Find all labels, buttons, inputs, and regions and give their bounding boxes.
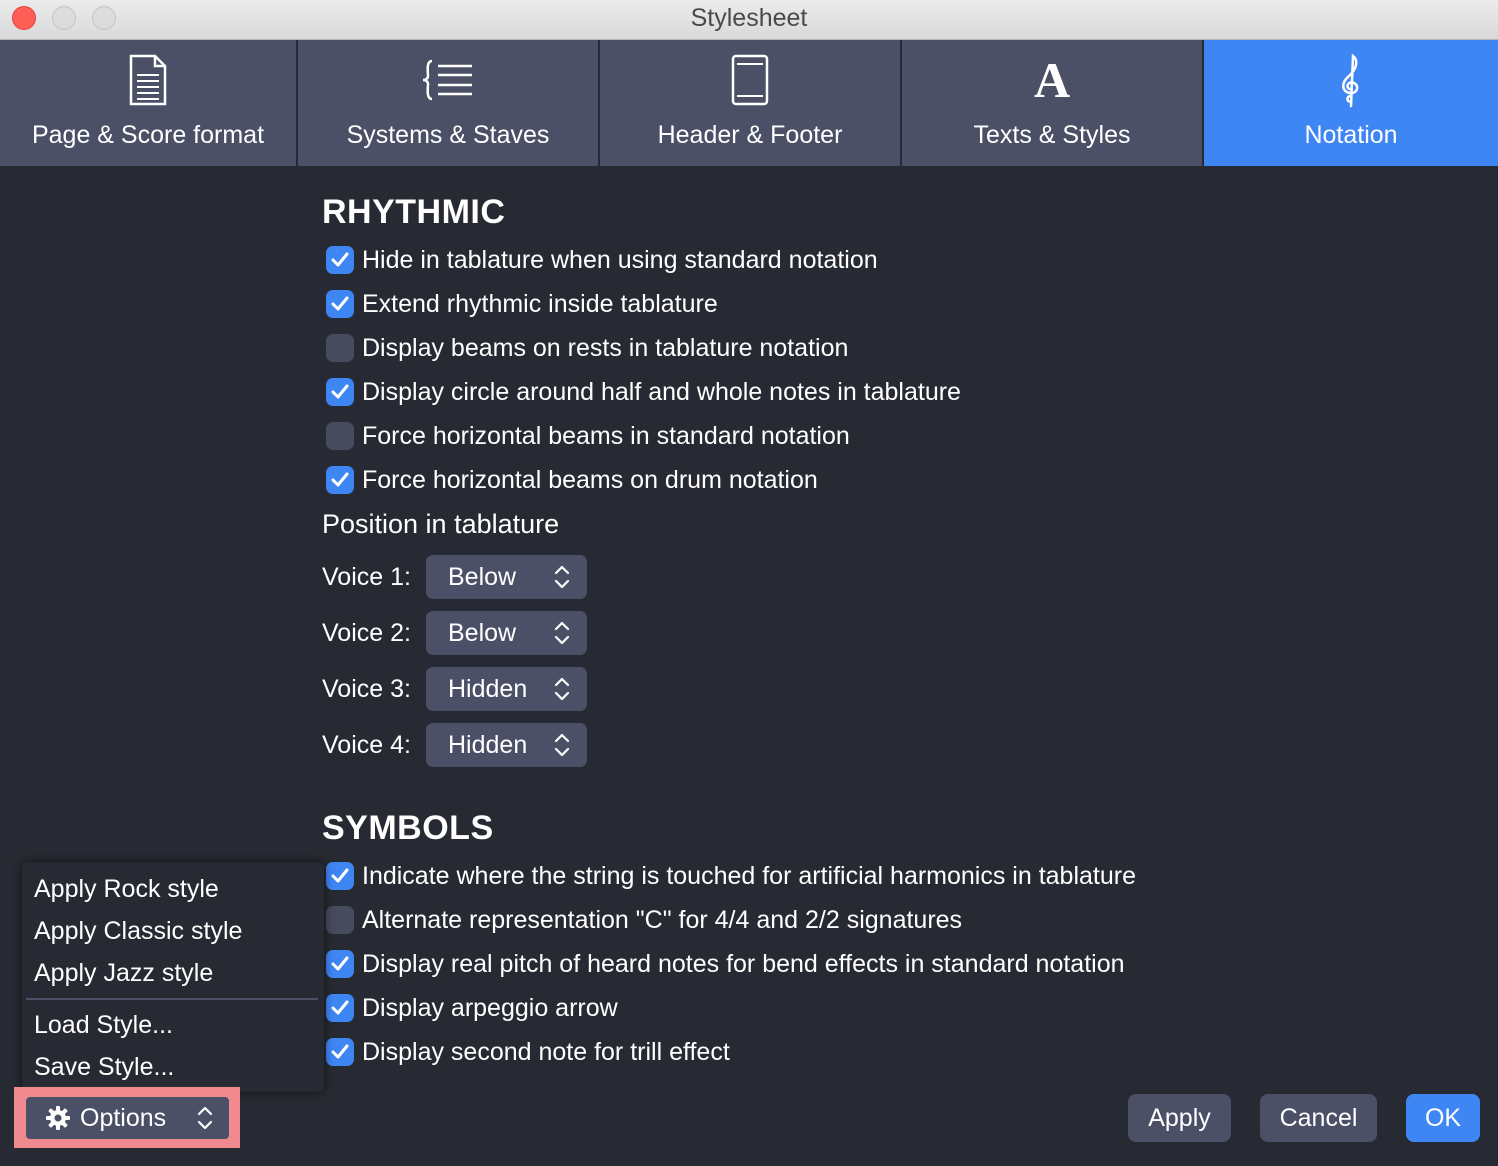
window-title: Stylesheet xyxy=(690,4,808,32)
position-in-tablature-heading: Position in tablature xyxy=(322,509,560,539)
checkbox-horizontal-beams-drum[interactable]: Force horizontal beams on drum notation xyxy=(326,465,818,495)
voice-1-row: Voice 1: Below xyxy=(322,555,587,599)
tab-label: Notation xyxy=(1304,121,1398,149)
options-button[interactable]: Options xyxy=(26,1097,229,1139)
menu-item-save-style[interactable]: Save Style... xyxy=(34,1053,174,1082)
header-footer-icon xyxy=(731,54,769,106)
checkbox[interactable] xyxy=(326,334,354,362)
checkbox[interactable] xyxy=(326,246,354,274)
checkmark-icon xyxy=(331,956,349,971)
voice-2-row: Voice 2: Below xyxy=(322,611,587,655)
tab-label: Texts & Styles xyxy=(973,121,1131,149)
checkbox-label: Hide in tablature when using standard no… xyxy=(362,245,878,274)
tab-label: Page & Score format xyxy=(31,121,265,149)
text-a-icon: A xyxy=(1033,52,1071,108)
checkbox[interactable] xyxy=(326,422,354,450)
voice-3-select[interactable]: Hidden xyxy=(426,667,587,711)
checkmark-icon xyxy=(331,252,349,267)
checkbox-beams-on-rests[interactable]: Display beams on rests in tablature nota… xyxy=(326,333,848,363)
symbols-section-title: SYMBOLS xyxy=(322,809,494,847)
checkbox-label: Display arpeggio arrow xyxy=(362,993,618,1022)
tab-page-score-format[interactable]: Page & Score format xyxy=(0,40,296,166)
tab-label: Systems & Staves xyxy=(346,121,550,149)
menu-item-load-style[interactable]: Load Style... xyxy=(34,1011,173,1040)
checkbox-label: Alternate representation "C" for 4/4 and… xyxy=(362,905,963,934)
checkbox-extend-rhythmic[interactable]: Extend rhythmic inside tablature xyxy=(326,289,718,319)
checkbox[interactable] xyxy=(326,290,354,318)
voice-label: Voice 2: xyxy=(322,618,411,647)
menu-separator xyxy=(26,998,318,1000)
select-value: Hidden xyxy=(448,730,528,759)
checkbox-label: Force horizontal beams in standard notat… xyxy=(362,421,850,450)
checkbox[interactable] xyxy=(326,378,354,406)
systems-icon xyxy=(422,59,472,101)
updown-chevron-icon xyxy=(197,1106,213,1130)
updown-chevron-icon xyxy=(554,733,570,757)
checkbox-label: Extend rhythmic inside tablature xyxy=(362,289,718,318)
checkmark-icon xyxy=(331,1000,349,1015)
voice-label: Voice 3: xyxy=(322,674,411,703)
checkmark-icon xyxy=(331,868,349,883)
ok-button[interactable]: OK xyxy=(1406,1094,1480,1142)
tab-texts-styles[interactable]: A Texts & Styles xyxy=(902,40,1202,166)
treble-clef-icon xyxy=(1342,53,1359,108)
checkbox[interactable] xyxy=(326,466,354,494)
voice-label: Voice 1: xyxy=(322,562,411,591)
select-value: Below xyxy=(448,562,517,591)
checkbox-arpeggio-arrow[interactable]: Display arpeggio arrow xyxy=(326,993,618,1023)
checkbox-label: Display circle around half and whole not… xyxy=(362,377,961,406)
checkbox-label: Force horizontal beams on drum notation xyxy=(362,465,818,494)
checkmark-icon xyxy=(331,472,349,487)
updown-chevron-icon xyxy=(554,621,570,645)
checkbox-hide-in-tablature[interactable]: Hide in tablature when using standard no… xyxy=(326,245,878,275)
menu-item-apply-classic-style[interactable]: Apply Classic style xyxy=(34,917,242,946)
checkbox[interactable] xyxy=(326,906,354,934)
checkmark-icon xyxy=(331,1044,349,1059)
checkbox[interactable] xyxy=(326,994,354,1022)
checkbox-label: Display real pitch of heard notes for be… xyxy=(362,949,1125,978)
voice-3-row: Voice 3: Hidden xyxy=(322,667,587,711)
title-bar: Stylesheet xyxy=(0,0,1498,40)
tab-header-footer[interactable]: Header & Footer xyxy=(600,40,900,166)
voice-1-select[interactable]: Below xyxy=(426,555,587,599)
page-icon xyxy=(129,54,167,106)
updown-chevron-icon xyxy=(554,565,570,589)
updown-chevron-icon xyxy=(554,677,570,701)
checkbox[interactable] xyxy=(326,1038,354,1066)
tab-systems-staves[interactable]: Systems & Staves xyxy=(298,40,598,166)
tab-label: Header & Footer xyxy=(657,121,843,149)
checkbox-alternate-c-signature[interactable]: Alternate representation "C" for 4/4 and… xyxy=(326,905,962,935)
voice-4-select[interactable]: Hidden xyxy=(426,723,587,767)
select-value: Hidden xyxy=(448,674,528,703)
options-label: Options xyxy=(80,1103,167,1132)
checkbox-second-note-trill[interactable]: Display second note for trill effect xyxy=(326,1037,730,1067)
apply-button[interactable]: Apply xyxy=(1128,1094,1231,1142)
voice-4-row: Voice 4: Hidden xyxy=(322,723,587,767)
rhythmic-section-title: RHYTHMIC xyxy=(322,193,506,231)
tab-notation[interactable]: Notation xyxy=(1204,40,1498,166)
gear-icon xyxy=(46,1106,70,1130)
checkbox-real-pitch-bend[interactable]: Display real pitch of heard notes for be… xyxy=(326,949,1125,979)
menu-item-apply-jazz-style[interactable]: Apply Jazz style xyxy=(34,959,213,988)
checkbox-label: Display beams on rests in tablature nota… xyxy=(362,333,849,362)
tab-bar: Page & Score format Systems & Staves Hea… xyxy=(0,40,1498,166)
voice-2-select[interactable]: Below xyxy=(426,611,587,655)
checkbox-circle-half-whole[interactable]: Display circle around half and whole not… xyxy=(326,377,961,407)
cancel-button[interactable]: Cancel xyxy=(1260,1094,1377,1142)
options-menu: Apply Rock style Apply Classic style App… xyxy=(22,862,324,1092)
checkbox-horizontal-beams-standard[interactable]: Force horizontal beams in standard notat… xyxy=(326,421,850,451)
select-value: Below xyxy=(448,618,517,647)
checkbox-label: Display second note for trill effect xyxy=(362,1037,730,1066)
checkbox-artificial-harmonics[interactable]: Indicate where the string is touched for… xyxy=(326,861,1136,891)
menu-item-apply-rock-style[interactable]: Apply Rock style xyxy=(34,875,219,904)
checkmark-icon xyxy=(331,384,349,399)
checkbox[interactable] xyxy=(326,862,354,890)
voice-label: Voice 4: xyxy=(322,730,411,759)
checkbox[interactable] xyxy=(326,950,354,978)
checkbox-label: Indicate where the string is touched for… xyxy=(362,861,1136,890)
checkmark-icon xyxy=(331,296,349,311)
